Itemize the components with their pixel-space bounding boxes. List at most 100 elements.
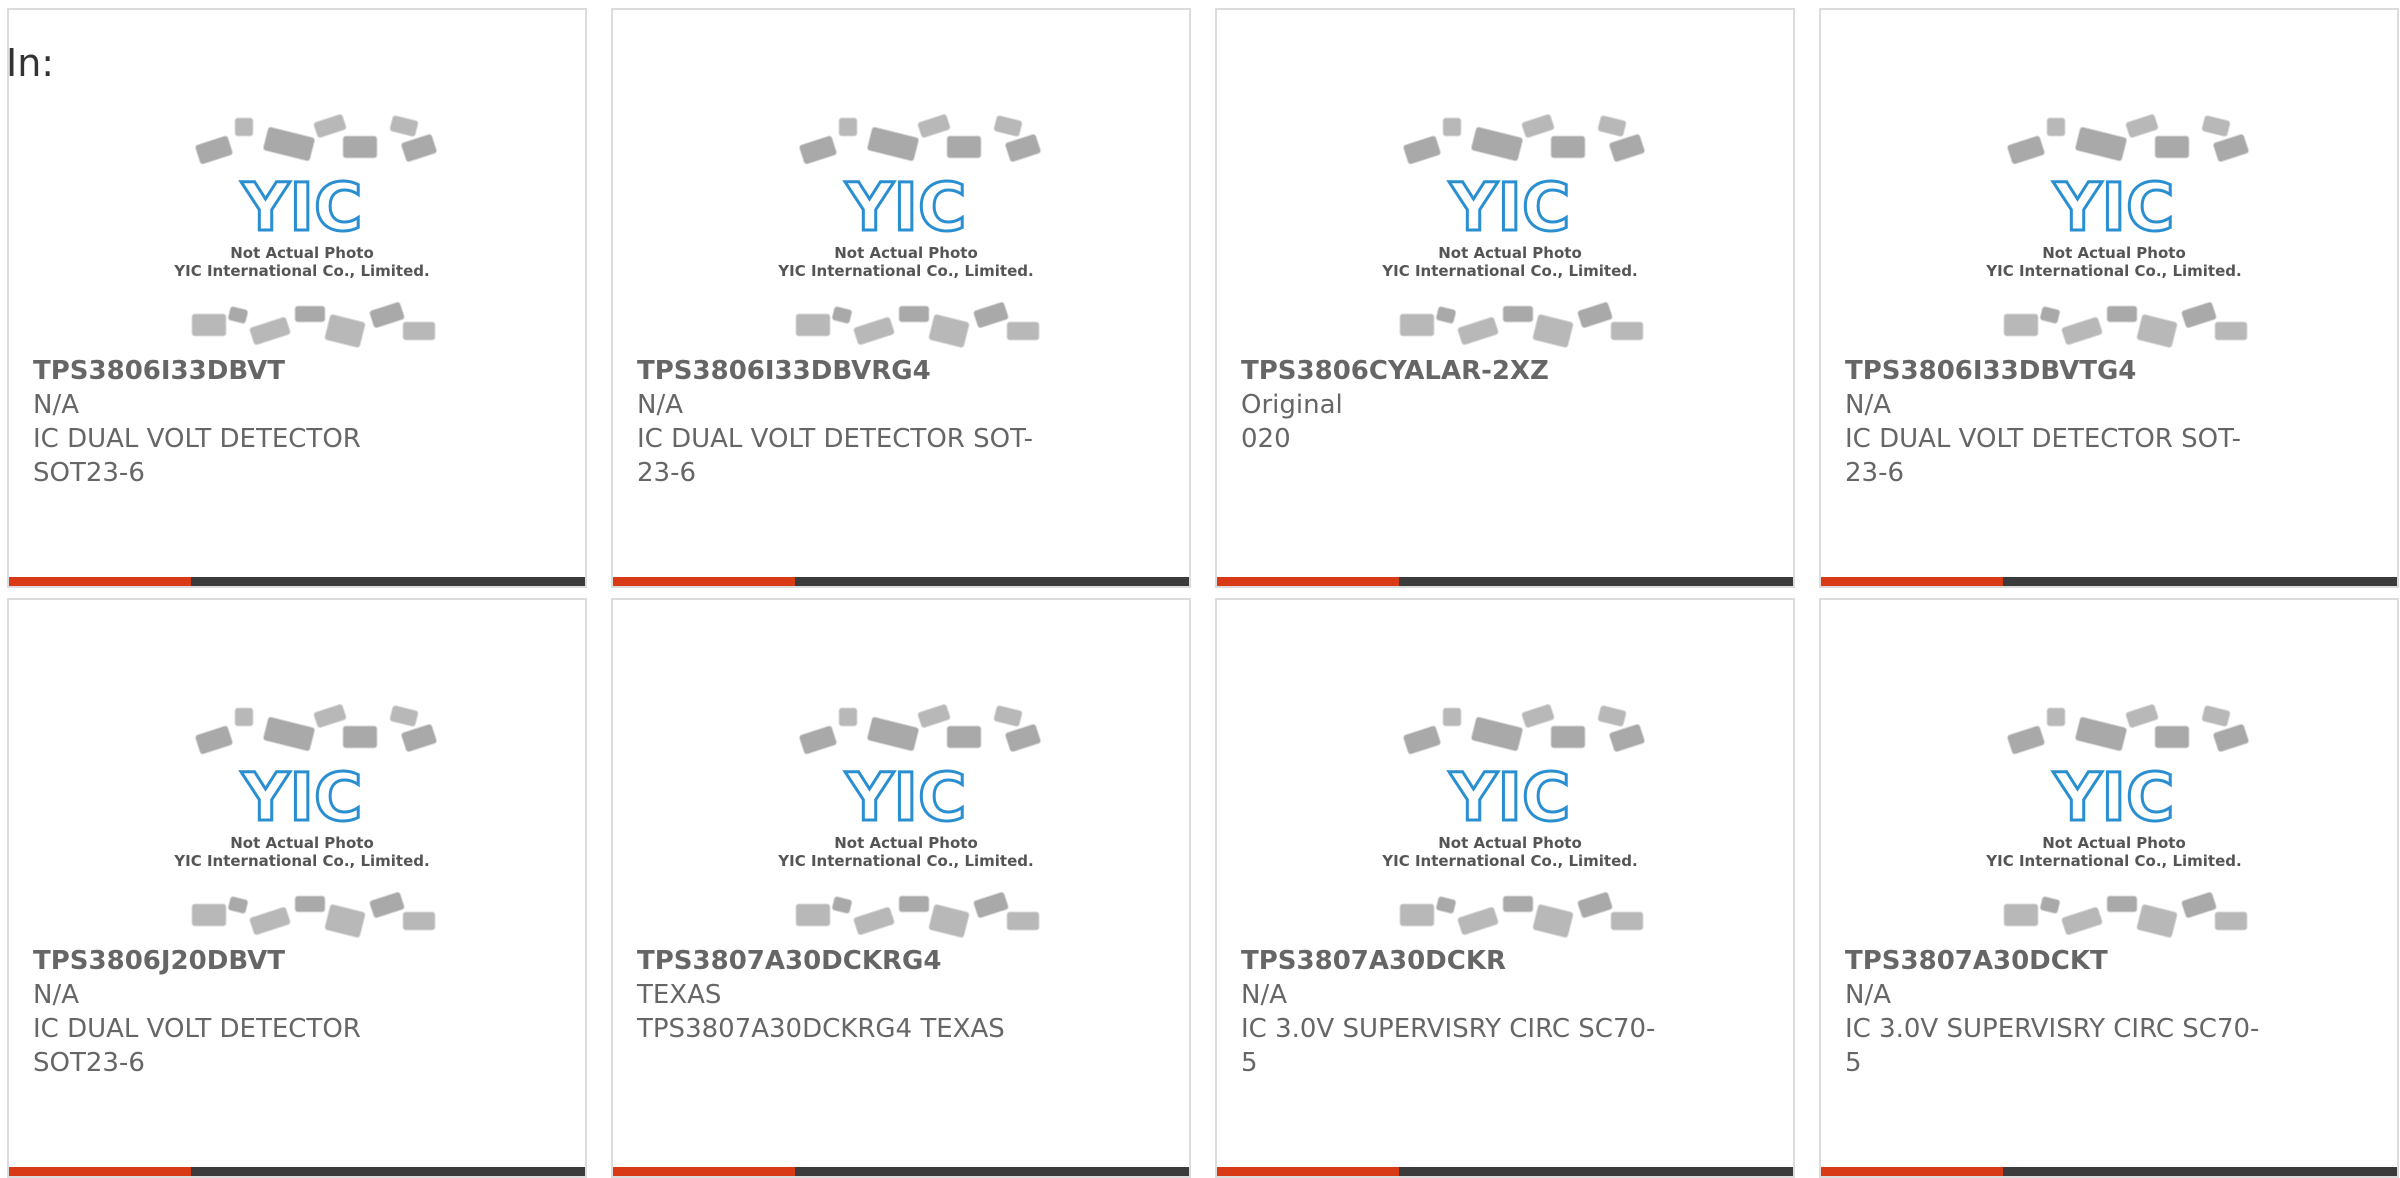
- chip-graphic: [1457, 316, 1499, 346]
- chip-graphic: [2181, 301, 2217, 329]
- chip-graphic: [389, 115, 419, 137]
- description-line: SOT23-6: [33, 458, 145, 488]
- product-info: TPS3807A30DCKRG4 TEXAS TPS3807A30DCKRG4 …: [637, 944, 1057, 1046]
- chip-graphic: [1550, 725, 1586, 749]
- product-card[interactable]: YIC Not Actual Photo YIC International Co.…: [1819, 598, 2399, 1178]
- manufacturer: N/A: [33, 980, 79, 1010]
- chip-graphic: [2106, 305, 2138, 323]
- chip-graphic: [853, 316, 895, 346]
- card-accent: [613, 577, 795, 586]
- product-card[interactable]: YIC Not Actual Photo YIC International Co.…: [611, 598, 1191, 1178]
- card-accent: [1217, 1167, 1399, 1176]
- chip-graphic: [2181, 891, 2217, 919]
- placeholder-photo: YICNot Actual PhotoYIC International Co.…: [1381, 114, 1646, 348]
- chip-graphic: [195, 135, 233, 165]
- chip-graphic: [400, 723, 438, 753]
- chip-graphic: [2136, 314, 2178, 348]
- chip-graphic: [227, 306, 249, 324]
- description-line: IC DUAL VOLT DETECTOR SOT-: [637, 424, 1033, 454]
- chip-graphic: [2061, 906, 2103, 936]
- manufacturer: Original: [1241, 390, 1343, 420]
- part-number[interactable]: TPS3807A30DCKT: [1845, 944, 2265, 978]
- description-line: 5: [1845, 1048, 1862, 1078]
- chip-graphic: [1577, 301, 1613, 329]
- part-number[interactable]: TPS3806CYALAR-2XZ: [1241, 354, 1661, 388]
- chip-graphic: [294, 895, 326, 913]
- chip-graphic: [2074, 716, 2128, 752]
- chip-graphic: [1399, 903, 1435, 927]
- part-number[interactable]: TPS3806I33DBVT: [33, 354, 453, 388]
- photo-caption: Not Actual Photo: [1438, 834, 1582, 852]
- chip-graphic: [2214, 321, 2248, 341]
- card-accent: [9, 1167, 191, 1176]
- product-card[interactable]: YIC Not Actual Photo YIC International Co.…: [7, 8, 587, 588]
- card-accent: [1217, 577, 1399, 586]
- part-number[interactable]: TPS3806I33DBVRG4: [637, 354, 1057, 388]
- chip-graphic: [2214, 911, 2248, 931]
- photo-caption: Not Actual Photo: [834, 244, 978, 262]
- chip-graphic: [917, 704, 951, 728]
- yic-logo: YIC: [845, 759, 967, 836]
- chip-graphic: [2039, 896, 2061, 914]
- chip-graphic: [369, 301, 405, 329]
- photo-caption: YIC International Co., Limited.: [1985, 262, 2241, 280]
- product-image: YIC Not Actual Photo YIC International Co.…: [771, 690, 1042, 940]
- description-line: TPS3807A30DCKRG4 TEXAS: [637, 1014, 1005, 1044]
- chip-graphic: [2046, 117, 2066, 137]
- card-bottom-bar: [1821, 1167, 2397, 1176]
- chip-graphic: [1550, 135, 1586, 159]
- chip-graphic: [2007, 725, 2045, 755]
- product-card[interactable]: YIC Not Actual Photo YIC International Co.…: [1215, 598, 1795, 1178]
- chip-graphic: [313, 704, 347, 728]
- card-bottom-bar: [1217, 577, 1793, 586]
- product-card[interactable]: YIC Not Actual Photo YIC International Co.…: [1819, 8, 2399, 588]
- yic-logo: YIC: [241, 169, 363, 246]
- chip-graphic: [1403, 725, 1441, 755]
- description-line: IC DUAL VOLT DETECTOR: [33, 1014, 361, 1044]
- chip-graphic: [324, 904, 366, 938]
- photo-caption: Not Actual Photo: [230, 244, 374, 262]
- photo-caption: YIC International Co., Limited.: [777, 852, 1033, 870]
- chip-graphic: [369, 891, 405, 919]
- description-line: IC DUAL VOLT DETECTOR SOT-: [1845, 424, 2241, 454]
- chip-graphic: [2106, 895, 2138, 913]
- chip-graphic: [1004, 723, 1042, 753]
- card-bottom-bar: [1821, 577, 2397, 586]
- product-card[interactable]: YIC Not Actual Photo YIC International Co.…: [1215, 8, 1795, 588]
- chip-graphic: [342, 135, 378, 159]
- chip-graphic: [249, 316, 291, 346]
- yic-logo: YIC: [241, 759, 363, 836]
- chip-graphic: [400, 133, 438, 163]
- chip-graphic: [1442, 117, 1462, 137]
- manufacturer: N/A: [33, 390, 79, 420]
- manufacturer: N/A: [1241, 980, 1287, 1010]
- chip-graphic: [342, 725, 378, 749]
- yic-logo: YIC: [845, 169, 967, 246]
- description-line: IC DUAL VOLT DETECTOR: [33, 424, 361, 454]
- chip-graphic: [917, 114, 951, 138]
- product-card[interactable]: YIC Not Actual Photo YIC International Co.…: [611, 8, 1191, 588]
- product-info: TPS3806CYALAR-2XZ Original 020: [1241, 354, 1661, 456]
- chip-graphic: [2003, 313, 2039, 337]
- description-line: 23-6: [1845, 458, 1905, 488]
- chip-graphic: [799, 135, 837, 165]
- product-image: YIC Not Actual Photo YIC International Co.…: [167, 690, 438, 940]
- chip-graphic: [2201, 115, 2231, 137]
- photo-caption: YIC International Co., Limited.: [1381, 852, 1637, 870]
- photo-caption: YIC International Co., Limited.: [1381, 262, 1637, 280]
- chip-graphic: [946, 725, 982, 749]
- yic-logo: YIC: [1449, 169, 1571, 246]
- chip-graphic: [1521, 704, 1555, 728]
- manufacturer: N/A: [637, 390, 683, 420]
- chip-graphic: [1006, 911, 1040, 931]
- chip-graphic: [853, 906, 895, 936]
- photo-caption: YIC International Co., Limited.: [173, 262, 429, 280]
- product-card[interactable]: YIC Not Actual Photo YIC International Co.…: [7, 598, 587, 1178]
- part-number[interactable]: TPS3806I33DBVTG4: [1845, 354, 2265, 388]
- chip-graphic: [2212, 723, 2250, 753]
- part-number[interactable]: TPS3806J20DBVT: [33, 944, 453, 978]
- card-bottom-bar: [1217, 1167, 1793, 1176]
- part-number[interactable]: TPS3807A30DCKRG4: [637, 944, 1057, 978]
- part-number[interactable]: TPS3807A30DCKR: [1241, 944, 1661, 978]
- chip-graphic: [973, 301, 1009, 329]
